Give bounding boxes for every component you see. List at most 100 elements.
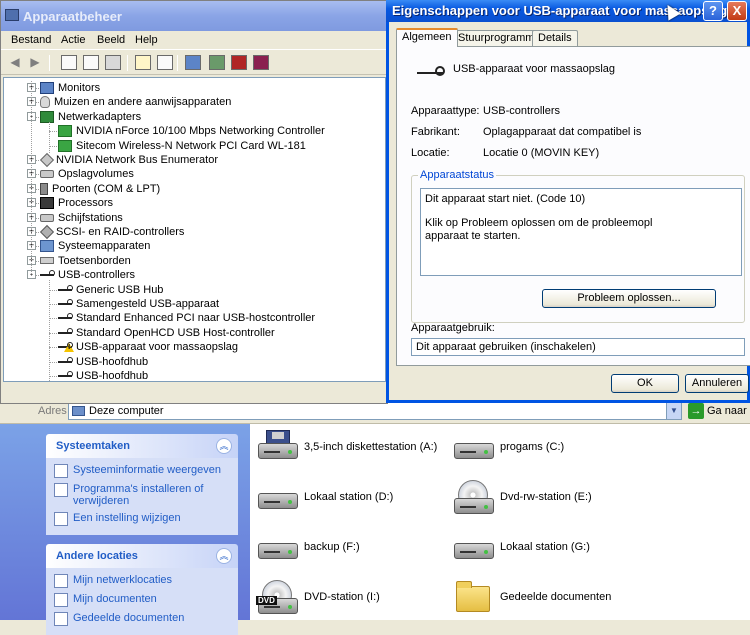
- tree-label: Generic USB Hub: [76, 283, 164, 296]
- tree-connector: [49, 131, 57, 133]
- device-status-group: Apparaatstatus Dit apparaat start niet. …: [411, 169, 745, 323]
- tree-device[interactable]: USB-hoofdhub: [58, 369, 148, 381]
- usb-icon: [58, 284, 73, 296]
- disable-device-icon[interactable]: [231, 55, 247, 70]
- tree-device[interactable]: Standard OpenHCD USB Host-controller: [58, 326, 275, 340]
- other-places-header[interactable]: Andere locaties ︽: [46, 544, 238, 568]
- menu-action[interactable]: Actie: [61, 34, 85, 46]
- tree-category[interactable]: Monitors: [40, 81, 100, 95]
- tree-device[interactable]: Samengesteld USB-apparaat: [58, 297, 219, 311]
- usb-icon: [58, 370, 73, 381]
- chevron-down-icon[interactable]: ▼: [666, 403, 681, 419]
- device-manager-titlebar[interactable]: Apparaatbeheer: [1, 1, 387, 31]
- drive-item[interactable]: backup (F:): [256, 530, 360, 564]
- menu-view[interactable]: Beeld: [97, 34, 125, 46]
- tree-connector: [49, 347, 57, 349]
- tab-details[interactable]: Details: [532, 30, 578, 46]
- tree-device[interactable]: Standard Enhanced PCI naar USB-hostcontr…: [58, 311, 315, 325]
- properties-icon[interactable]: [83, 55, 99, 70]
- tree-category[interactable]: Processors: [40, 196, 113, 210]
- close-button[interactable]: X: [727, 1, 747, 21]
- device-tree: + Monitors + Muizen en andere aanwijsappara…: [3, 77, 386, 382]
- drive-item[interactable]: Dvd-rw-station (E:): [452, 480, 592, 514]
- troubleshoot-button[interactable]: Probleem oplossen...: [542, 289, 716, 308]
- collapse-icon[interactable]: ︽: [216, 438, 232, 454]
- tab-general[interactable]: Algemeen: [396, 28, 458, 47]
- tree-label: Standard OpenHCD USB Host-controller: [76, 326, 275, 339]
- device-usage-select[interactable]: Dit apparaat gebruiken (inschakelen): [411, 338, 745, 356]
- drive-list: 3,5-inch diskettestation (A:) progams (C…: [250, 424, 750, 620]
- tree-category[interactable]: USB-controllers: [40, 268, 135, 282]
- drive-item[interactable]: progams (C:): [452, 430, 564, 464]
- tree-category[interactable]: Opslagvolumes: [40, 167, 134, 181]
- tree-connector: [49, 121, 50, 153]
- tree-category[interactable]: SCSI- en RAID-controllers: [39, 224, 184, 240]
- ok-button[interactable]: OK: [611, 374, 679, 393]
- collapse-icon[interactable]: ︽: [216, 548, 232, 564]
- general-tab-panel: USB-apparaat voor massaopslag Apparaatty…: [396, 46, 750, 366]
- place-my-documents[interactable]: Mijn documenten: [54, 593, 230, 607]
- tree-view-icon[interactable]: [61, 55, 77, 70]
- device-type-value: USB-controllers: [483, 105, 561, 117]
- uninstall-device-icon[interactable]: [253, 55, 269, 70]
- back-arrow-icon[interactable]: ◀: [7, 55, 23, 70]
- tree-label: USB-controllers: [58, 269, 136, 282]
- place-network[interactable]: Mijn netwerklocaties: [54, 574, 230, 588]
- system-tasks-list: Systeeminformatie weergeven Programma's …: [46, 458, 238, 535]
- address-input[interactable]: Deze computer ▼: [68, 402, 682, 420]
- tree-category[interactable]: NVIDIA Network Bus Enumerator: [39, 152, 218, 168]
- drive-item[interactable]: 3,5-inch diskettestation (A:): [256, 430, 437, 464]
- device-status-text[interactable]: Dit apparaat start niet. (Code 10) Klik …: [420, 188, 742, 276]
- tree-label: Monitors: [58, 82, 101, 94]
- task-add-remove-programs[interactable]: Programma's installeren of verwijderen: [54, 483, 230, 507]
- forward-arrow-icon[interactable]: ▶: [27, 55, 43, 70]
- tree-category[interactable]: Systeemapparaten: [40, 239, 150, 253]
- system-icon: [40, 240, 54, 253]
- tree-category[interactable]: Netwerkadapters: [40, 110, 141, 124]
- help-icon[interactable]: [135, 55, 151, 70]
- tree-connector: [49, 361, 57, 363]
- tree-device[interactable]: NVIDIA nForce 10/100 Mbps Networking Con…: [58, 124, 325, 138]
- arrow-right-icon: →: [688, 403, 704, 419]
- task-system-info[interactable]: Systeeminformatie weergeven: [54, 464, 230, 478]
- drive-item[interactable]: Gedeelde documenten: [452, 580, 611, 614]
- print-icon[interactable]: [105, 55, 121, 70]
- field-label: Apparaattype:: [411, 105, 480, 117]
- tree-label: Opslagvolumes: [58, 168, 134, 181]
- other-places-list: Mijn netwerklocaties Mijn documenten Ged…: [46, 568, 238, 635]
- tree-label: USB-apparaat voor massaopslag: [76, 341, 239, 354]
- tree-category[interactable]: Muizen en andere aanwijsapparaten: [40, 95, 231, 109]
- go-button[interactable]: → Ga naar: [688, 403, 747, 419]
- scan-hardware-icon[interactable]: [185, 55, 201, 70]
- drive-item[interactable]: Lokaal station (D:): [256, 480, 393, 514]
- properties-titlebar[interactable]: Eigenschappen voor USB-apparaat voor mas…: [386, 0, 750, 22]
- tree-label: Systeemapparaten: [58, 240, 151, 253]
- menu-help[interactable]: Help: [135, 34, 158, 46]
- tree-category[interactable]: Schijfstations: [40, 211, 123, 225]
- tree-connector: [31, 81, 32, 277]
- place-shared-documents[interactable]: Gedeelde documenten: [54, 612, 230, 626]
- tree-device[interactable]: Generic USB Hub: [58, 283, 163, 297]
- location-value: Locatie 0 (MOVIN KEY): [483, 147, 600, 159]
- tree-label: Processors: [58, 197, 114, 210]
- system-tasks-header[interactable]: Systeemtaken ︽: [46, 434, 238, 458]
- port-icon: [40, 182, 48, 195]
- update-driver-icon[interactable]: [209, 55, 225, 70]
- cancel-button[interactable]: Annuleren: [685, 374, 749, 393]
- dvd-badge: DVD: [256, 596, 277, 605]
- tree-device[interactable]: USB-apparaat voor massaopslag: [58, 340, 238, 354]
- drive-item[interactable]: DVD DVD-station (I:): [256, 580, 380, 614]
- monitor-icon: [40, 82, 54, 94]
- usb-icon: [40, 269, 55, 281]
- help-button[interactable]: ?: [703, 1, 723, 21]
- console-icon[interactable]: [157, 55, 173, 70]
- tree-category[interactable]: Poorten (COM & LPT): [40, 182, 160, 196]
- tree-category[interactable]: Toetsenborden: [40, 254, 131, 268]
- drive-item[interactable]: Lokaal station (G:): [452, 530, 590, 564]
- shared-documents-icon: [54, 612, 68, 626]
- field-label: Fabrikant:: [411, 126, 460, 138]
- tree-device[interactable]: Sitecom Wireless-N Network PCI Card WL-1…: [58, 139, 306, 153]
- task-change-setting[interactable]: Een instelling wijzigen: [54, 512, 230, 526]
- menu-file[interactable]: Bestand: [11, 34, 51, 46]
- tree-device[interactable]: USB-hoofdhub: [58, 355, 148, 369]
